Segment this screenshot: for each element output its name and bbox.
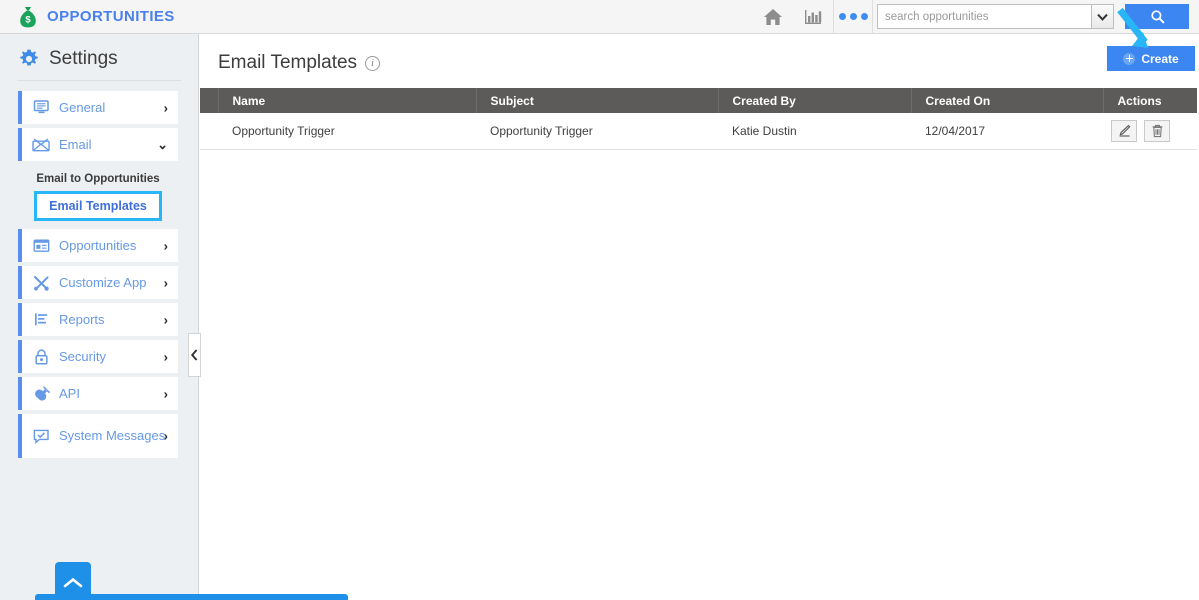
monitor-icon <box>32 100 50 115</box>
settings-header: Settings <box>0 34 198 80</box>
edit-row-button[interactable] <box>1111 119 1137 142</box>
pencil-icon <box>1119 125 1130 137</box>
brand[interactable]: $ OPPORTUNITIES <box>0 6 175 28</box>
sidebar-item-label: Opportunities <box>59 237 137 253</box>
sidebar: Settings General › Email ⌄ Email to Oppo… <box>0 34 199 600</box>
chevron-right-icon: › <box>163 386 168 401</box>
bar-chart-icon <box>805 9 822 24</box>
chevron-right-icon: › <box>163 428 168 444</box>
tools-icon <box>32 275 50 291</box>
delete-row-button[interactable] <box>1144 119 1170 142</box>
plus-circle-icon <box>1123 52 1136 65</box>
create-button-label: Create <box>1141 51 1179 66</box>
email-subsection-items: Email Templates <box>18 191 178 229</box>
column-header-actions: Actions <box>1103 88 1197 113</box>
search-input[interactable] <box>877 4 1091 29</box>
home-icon <box>764 8 782 25</box>
search-button[interactable] <box>1125 4 1189 29</box>
sidebar-item-label: Reports <box>59 311 105 327</box>
envelope-icon <box>32 137 50 152</box>
gear-icon <box>20 49 38 66</box>
trash-icon <box>1152 124 1162 137</box>
table-header-row: Name Subject Created By Created On Actio… <box>200 88 1197 113</box>
brand-label: OPPORTUNITIES <box>47 8 175 25</box>
sidebar-item-opportunities[interactable]: Opportunities › <box>18 229 178 262</box>
top-bar: $ OPPORTUNITIES <box>0 0 1199 34</box>
row-action-buttons <box>1111 119 1197 142</box>
chevron-right-icon: › <box>163 312 168 327</box>
chevron-down-icon: ⌄ <box>157 136 168 152</box>
message-check-icon <box>32 429 50 444</box>
sidebar-item-label: Customize App <box>59 274 147 290</box>
sidebar-item-customize-app[interactable]: Customize App › <box>18 266 178 299</box>
chevron-right-icon: › <box>163 275 168 290</box>
column-header-created-by[interactable]: Created By <box>718 88 912 113</box>
reports-button[interactable] <box>793 0 833 34</box>
sidebar-item-label: Email <box>59 136 92 152</box>
sidebar-item-security[interactable]: Security › <box>18 340 178 373</box>
column-header-name[interactable]: Name <box>218 88 477 113</box>
sidebar-item-label: API <box>59 385 80 401</box>
sidebar-item-label: Security <box>59 348 106 364</box>
sidebar-nav: General › Email ⌄ Email to Opportunities <box>0 91 198 458</box>
cell-created-on: 12/04/2017 <box>911 113 1103 150</box>
svg-text:$: $ <box>25 14 31 25</box>
home-button[interactable] <box>753 0 793 34</box>
chevron-right-icon: › <box>163 238 168 253</box>
cell-created-by: Katie Dustin <box>718 113 911 150</box>
more-button[interactable] <box>833 0 873 34</box>
cell-subject: Opportunity Trigger <box>476 113 718 150</box>
scroll-to-top-button[interactable] <box>55 562 91 594</box>
table-row[interactable]: Opportunity Trigger Opportunity Trigger … <box>200 113 1197 150</box>
table-header-spacer <box>200 88 219 113</box>
create-button[interactable]: Create <box>1107 46 1195 71</box>
sidebar-item-label: General <box>59 99 106 115</box>
plug-icon <box>32 386 50 401</box>
sidebar-item-email-templates[interactable]: Email Templates <box>34 191 162 221</box>
sidebar-item-email[interactable]: Email ⌄ <box>18 128 178 161</box>
sidebar-item-general[interactable]: General › <box>18 91 178 124</box>
row-spacer <box>200 113 218 150</box>
chevron-down-icon <box>1097 13 1108 21</box>
app-root: $ OPPORTUNITIES search opportunities Set… <box>0 0 1199 600</box>
cell-name: Opportunity Trigger <box>218 113 476 150</box>
email-templates-table: Name Subject Created By Created On Actio… <box>200 88 1197 150</box>
window-icon <box>32 239 50 253</box>
search-scope-dropdown[interactable] <box>1091 4 1114 29</box>
email-subsection-header: Email to Opportunities <box>36 173 160 185</box>
column-header-created-on[interactable]: Created On <box>911 88 1104 113</box>
main-content: Email Templates i Create Name Subject Cr… <box>200 34 1199 600</box>
chevron-right-icon: › <box>163 100 168 115</box>
page-header: Email Templates i Create <box>200 34 1199 88</box>
chevron-left-icon <box>191 349 198 361</box>
bottom-progress-bar <box>35 594 348 600</box>
column-header-subject[interactable]: Subject <box>476 88 719 113</box>
sidebar-item-api[interactable]: API › <box>18 377 178 410</box>
info-icon[interactable]: i <box>365 55 381 71</box>
chevron-right-icon: › <box>163 349 168 364</box>
lock-icon <box>32 348 50 365</box>
sidebar-collapse-handle[interactable] <box>188 333 201 377</box>
search-area <box>877 4 1189 29</box>
chevron-up-icon <box>63 577 83 588</box>
page-title: Email Templates <box>218 52 358 73</box>
settings-title: Settings <box>49 48 118 69</box>
cell-actions <box>1103 113 1197 150</box>
sidebar-item-reports[interactable]: Reports › <box>18 303 178 336</box>
table-header: Name Subject Created By Created On Actio… <box>200 88 1197 113</box>
settings-divider <box>17 80 181 81</box>
sidebar-item-label: System Messages <box>59 428 166 443</box>
table-body: Opportunity Trigger Opportunity Trigger … <box>200 113 1197 150</box>
sidebar-item-system-messages[interactable]: System Messages › <box>18 414 178 458</box>
money-bag-icon: $ <box>20 6 36 27</box>
chart-icon <box>32 312 50 327</box>
more-dots-icon <box>838 13 868 20</box>
search-icon <box>1150 10 1164 24</box>
